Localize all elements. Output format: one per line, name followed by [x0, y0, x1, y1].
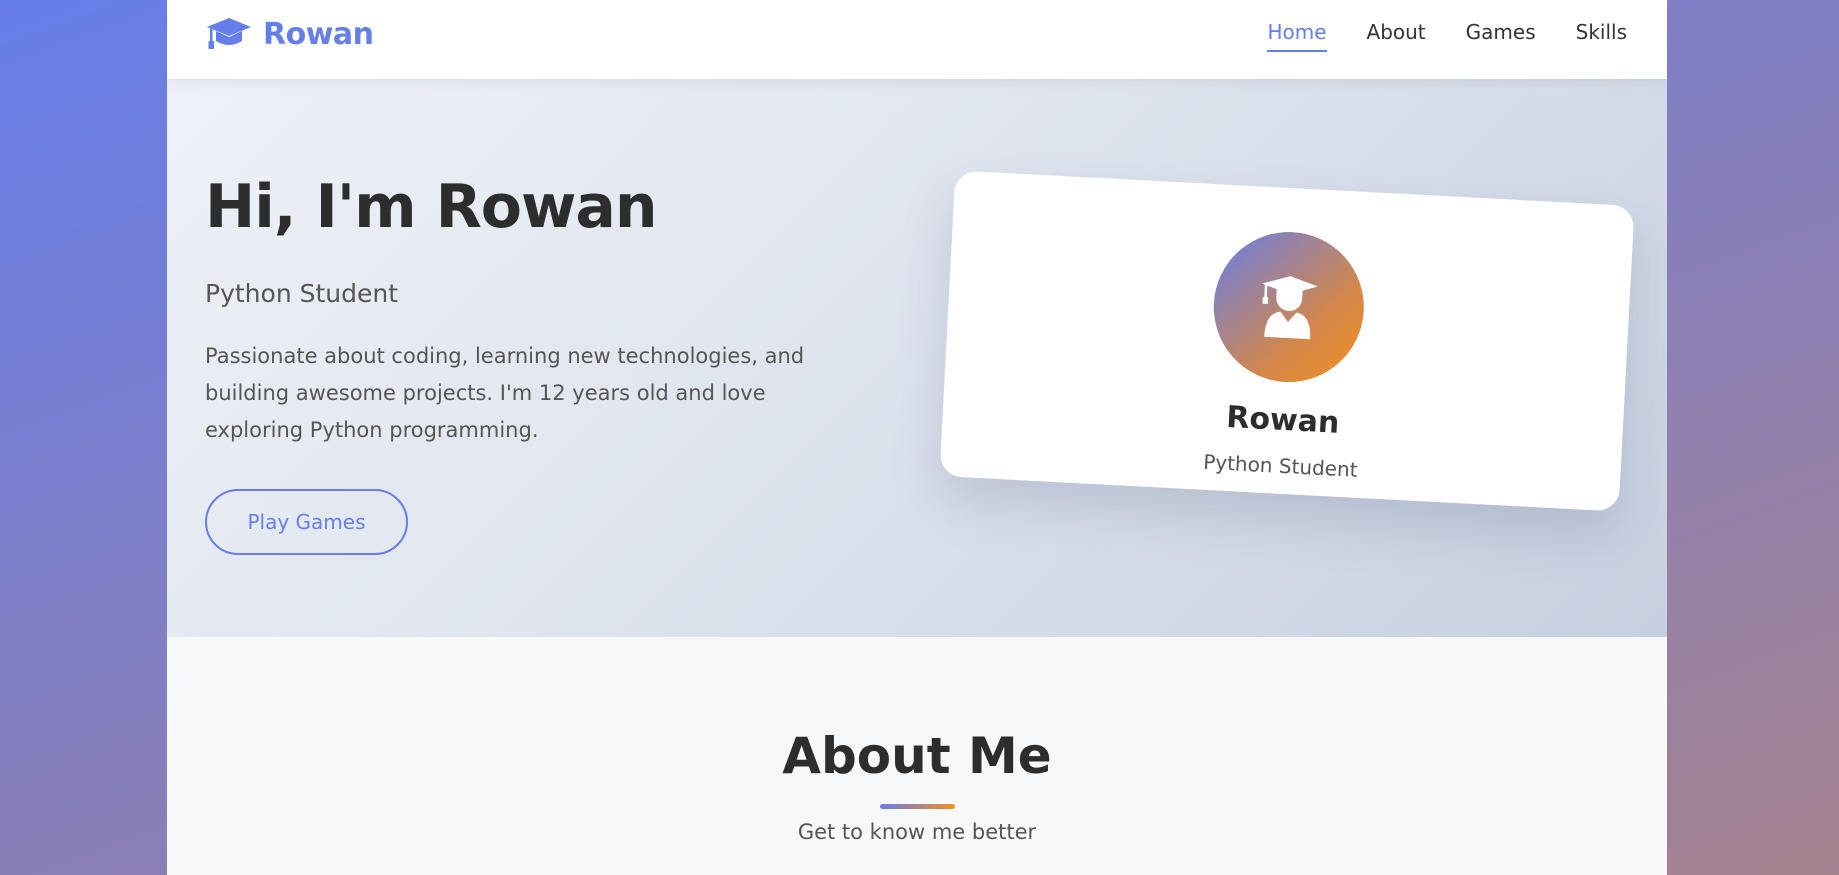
hero-title: Hi, I'm Rowan: [205, 172, 658, 242]
nav-link-about[interactable]: About: [1367, 20, 1426, 52]
about-title: About Me: [782, 727, 1052, 785]
play-games-button[interactable]: Play Games: [205, 489, 408, 555]
nav-links: Home About Games Skills: [1267, 20, 1627, 52]
brand-name: Rowan: [263, 16, 374, 52]
page-container: Rowan Home About Games Skills Hi, I'm Ro…: [167, 0, 1667, 875]
navbar: Rowan Home About Games Skills: [167, 0, 1667, 79]
hero-section: Hi, I'm Rowan Python Student Passionate …: [167, 79, 1667, 637]
about-section: About Me Get to know me better: [167, 637, 1667, 875]
profile-card: Rowan Python Student: [939, 170, 1635, 512]
section-divider: [880, 804, 955, 809]
about-subtitle: Get to know me better: [797, 820, 1037, 844]
user-graduate-icon: [1261, 276, 1318, 340]
graduation-cap-icon: [207, 18, 251, 49]
brand-logo[interactable]: Rowan: [205, 16, 374, 52]
nav-link-games[interactable]: Games: [1466, 20, 1536, 52]
avatar: [1209, 228, 1368, 386]
nav-link-home[interactable]: Home: [1267, 20, 1327, 52]
hero-subtitle: Python Student: [205, 279, 399, 308]
hero-description: Passionate about coding, learning new te…: [205, 344, 805, 442]
nav-link-skills[interactable]: Skills: [1576, 20, 1627, 52]
